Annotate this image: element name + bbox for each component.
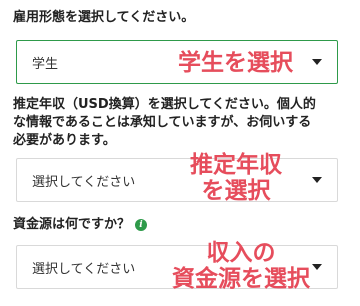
annual-income-label: 推定年収（USD換算）を選択してください。個人的 な情報であることは承知していま… bbox=[13, 96, 316, 150]
chevron-down-icon bbox=[312, 177, 322, 183]
income-source-placeholder: 選択してください bbox=[32, 261, 136, 277]
income-source-annotation-line2: 資金源を選択 bbox=[172, 266, 310, 292]
chevron-down-icon bbox=[312, 59, 322, 65]
employment-type-selected-value: 学生 bbox=[32, 56, 59, 72]
annual-income-placeholder: 選択してください bbox=[32, 174, 136, 190]
employment-type-label: 雇用形態を選択してください。 bbox=[13, 10, 195, 25]
annual-income-label-line1: 推定年収（USD換算）を選択してください。個人的 bbox=[13, 97, 316, 112]
income-source-annotation: 収入の 資金源を選択 bbox=[172, 240, 310, 292]
income-source-label: 資金源は何ですか？ bbox=[13, 217, 131, 232]
income-source-annotation-line1: 収入の bbox=[206, 240, 276, 266]
annual-income-select[interactable]: 選択してください bbox=[16, 158, 338, 202]
annual-income-label-line3: 必要があります。 bbox=[13, 133, 116, 148]
annual-income-annotation-line1: 推定年収 bbox=[190, 152, 282, 178]
annual-income-label-line2: な情報であることは承知していますが、お伺いする bbox=[13, 115, 312, 130]
annual-income-annotation: 推定年収 を選択 bbox=[190, 152, 282, 204]
chevron-down-icon bbox=[312, 264, 322, 270]
annual-income-annotation-line2: を選択 bbox=[201, 178, 271, 204]
income-source-label-row: 資金源は何ですか？ i bbox=[13, 216, 148, 234]
employment-type-annotation: 学生を選択 bbox=[178, 50, 293, 76]
info-icon[interactable]: i bbox=[135, 219, 148, 231]
